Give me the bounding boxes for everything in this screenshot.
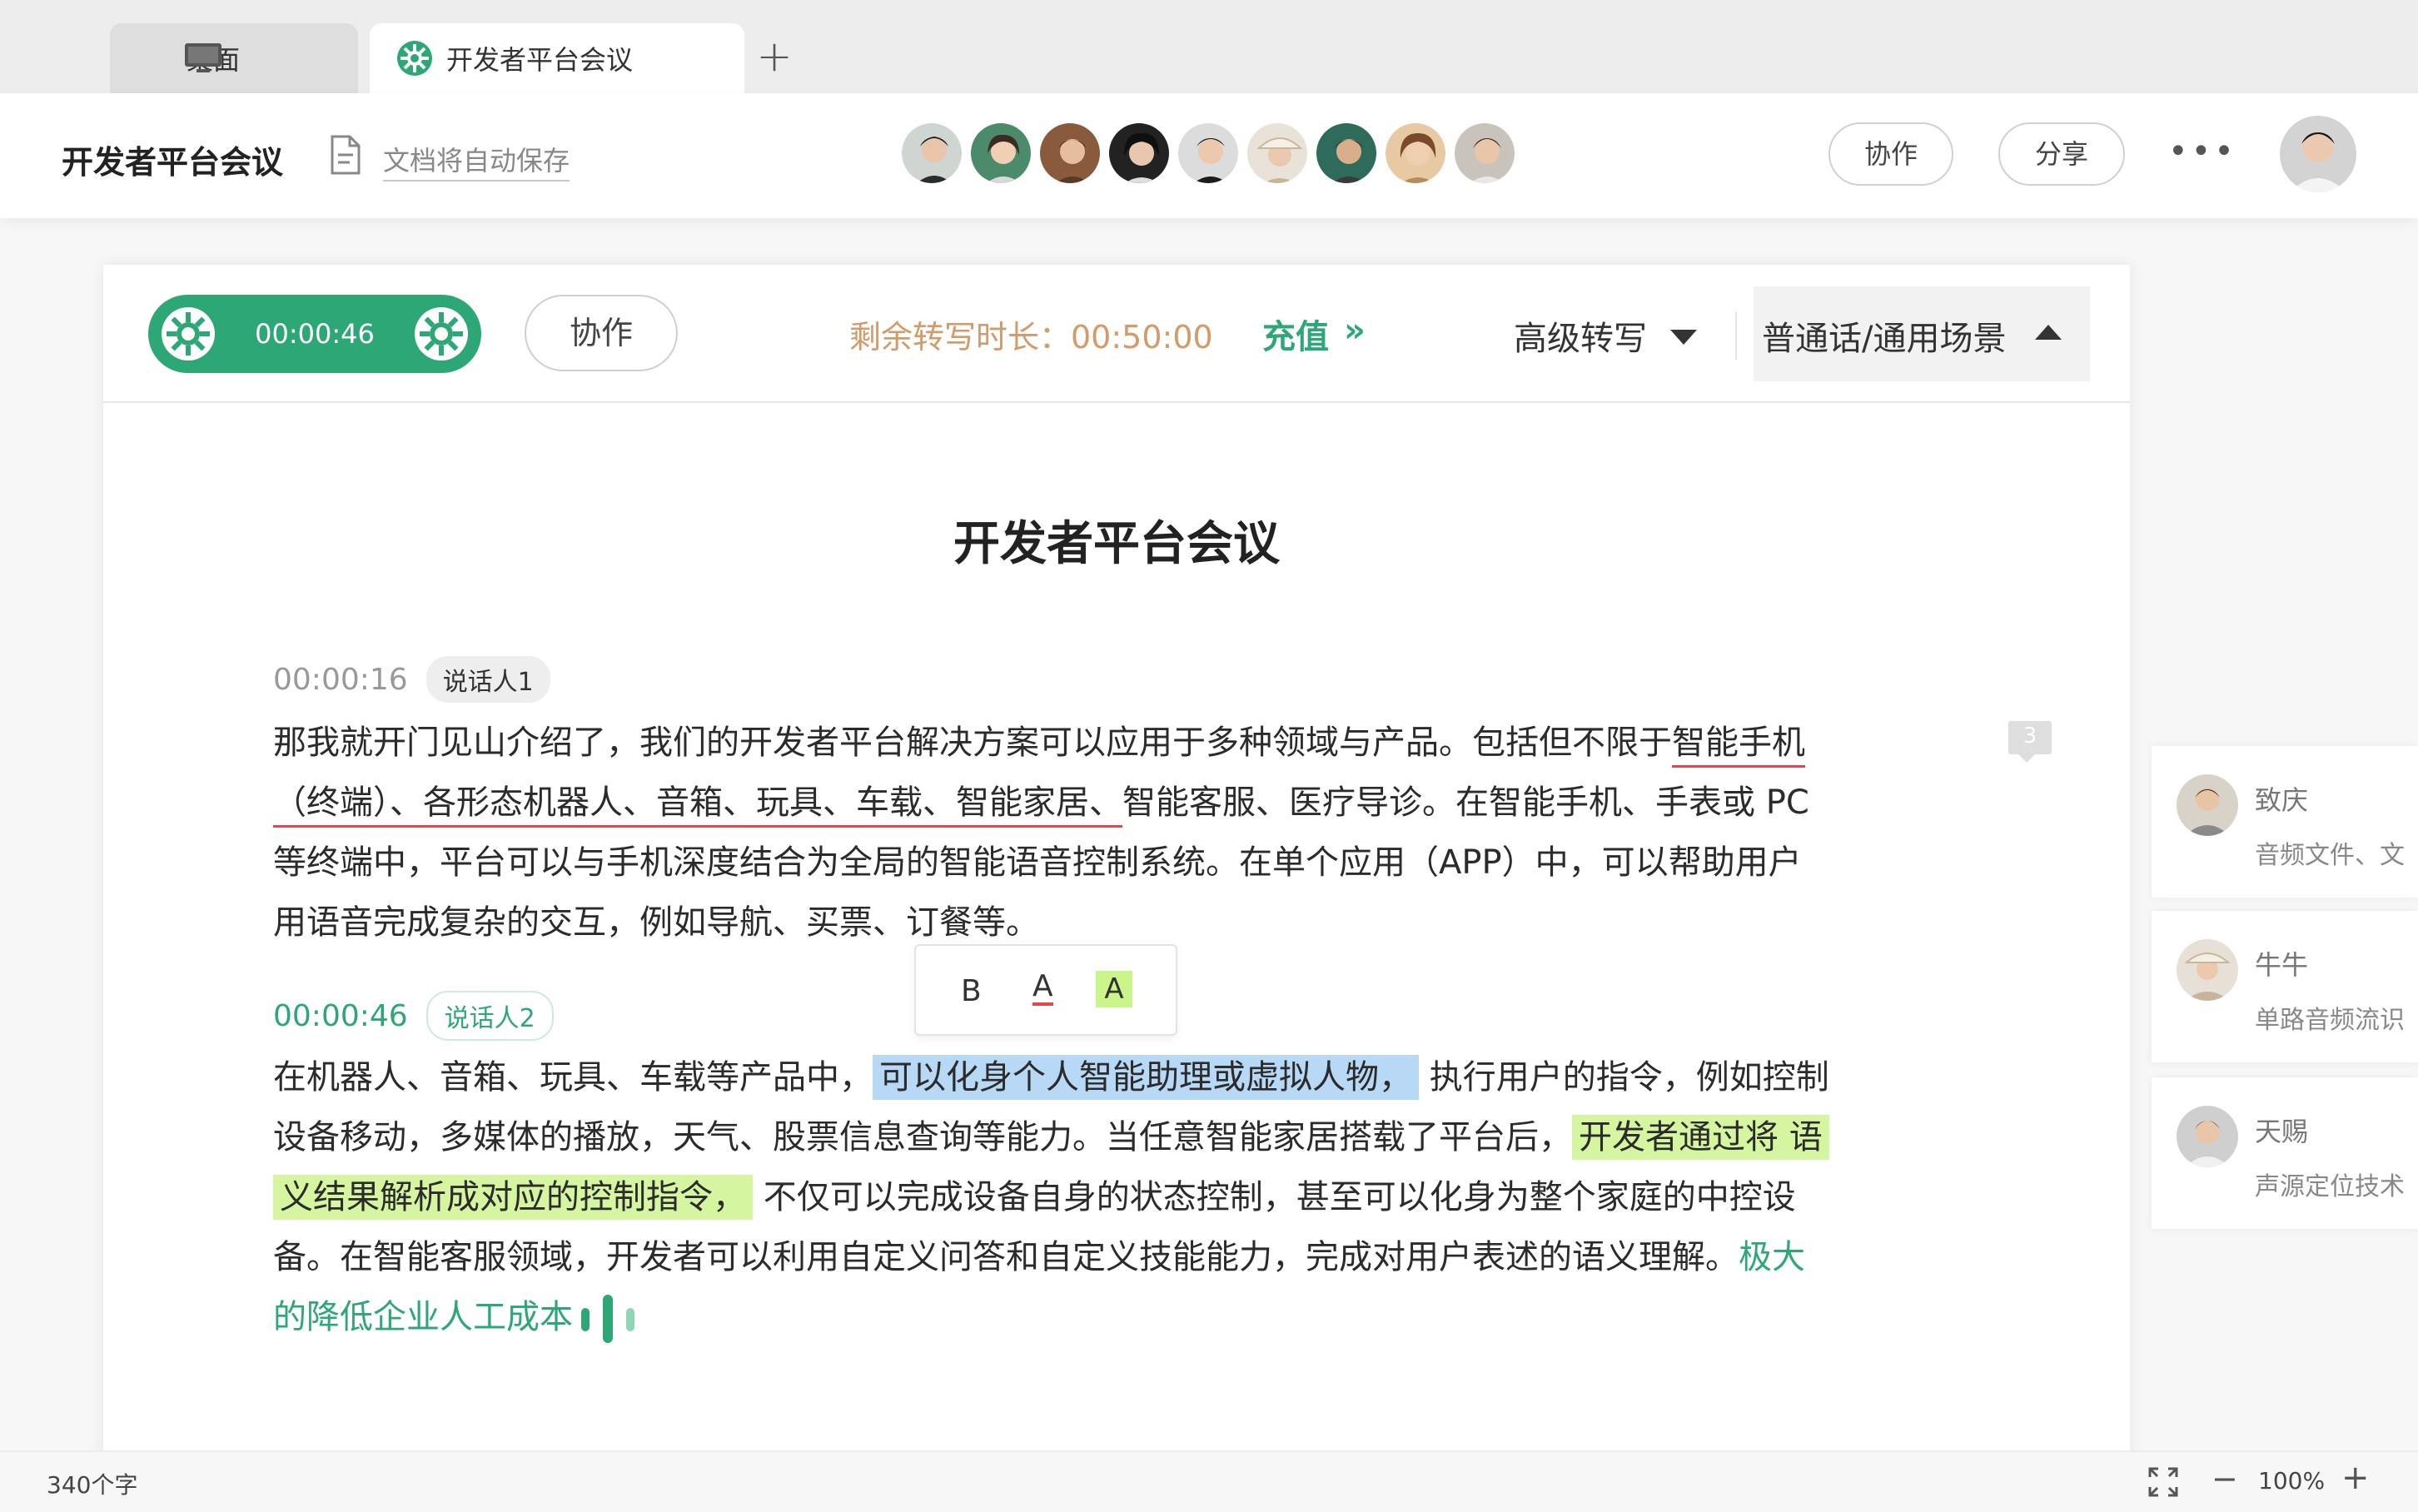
highlighted-text[interactable]: 开发者通过将 语 bbox=[1572, 1115, 1829, 1160]
document-header: 开发者平台会议 文档将自动保存 协作 分享 ••• bbox=[0, 93, 2418, 218]
caret-up-icon bbox=[2035, 325, 2062, 340]
transcript-title[interactable]: 开发者平台会议 bbox=[103, 506, 2130, 574]
recharge-link[interactable]: 充值 bbox=[1262, 310, 1329, 358]
transcript-paragraph[interactable]: 那我就开门见山介绍了，我们的开发者平台解决方案可以应用于多种领域与产品。包括但不… bbox=[273, 713, 2105, 952]
transcript-paragraph[interactable]: 在机器人、音箱、玩具、车载等产品中， 可以化身个人智能助理或虚拟人物， 执行用户的… bbox=[273, 1047, 2105, 1347]
speaker-tag[interactable]: 说话人2 bbox=[425, 991, 554, 1041]
share-button[interactable]: 分享 bbox=[1998, 122, 2125, 186]
comment-avatar bbox=[2177, 774, 2238, 836]
tab-meeting-label: 开发者平台会议 bbox=[446, 44, 634, 76]
language-scene-label: 普通话/通用场景 bbox=[1762, 320, 2007, 358]
caret-down-icon[interactable] bbox=[1670, 330, 1697, 345]
monitor-icon bbox=[185, 43, 221, 72]
collaborate-button[interactable]: 协作 bbox=[1828, 122, 1953, 186]
live-text: 极大 bbox=[1739, 1238, 1805, 1276]
comment-count-badge[interactable]: 3 bbox=[2008, 721, 2052, 763]
comment-text: 声源定位技术 bbox=[2255, 1172, 2405, 1201]
zoom-in-button[interactable]: + bbox=[2341, 1459, 2370, 1497]
collaborator-avatar[interactable] bbox=[1452, 121, 1517, 186]
toolbar-divider bbox=[1735, 311, 1737, 360]
comment-text: 单路音频流识 bbox=[2255, 1006, 2405, 1035]
tab-meeting[interactable]: 开发者平台会议 bbox=[370, 23, 744, 93]
collaborator-avatar[interactable] bbox=[968, 121, 1033, 186]
advanced-transcription-dropdown[interactable]: 高级转写 bbox=[1514, 311, 1647, 360]
text-run: 那我就开门见山介绍了，我们的开发者平台解决方案可以应用于多种领域与产品。包括但不… bbox=[273, 724, 1672, 762]
comment-avatar bbox=[2177, 939, 2238, 1001]
editor-card: 00:00:46 协作 剩余转写时长：00:50:00 充值 » 高级转写 普通… bbox=[103, 265, 2130, 1512]
comment-text: 音频文件、文 bbox=[2255, 841, 2405, 870]
comment-author: 天赐 bbox=[2255, 1116, 2309, 1147]
language-scene-dropdown[interactable]: 普通话/通用场景 bbox=[1754, 286, 2090, 381]
text-run: 设备移动，多媒体的播放，天气、股票信息查询等能力。当任意智能家居搭载了平台后， bbox=[273, 1118, 1572, 1156]
toolbar-collaborate-button[interactable]: 协作 bbox=[525, 295, 678, 371]
add-tab-button[interactable]: + bbox=[751, 33, 798, 80]
tab-desktop[interactable]: 桌面 bbox=[110, 23, 358, 93]
segment-timestamp[interactable]: 00:00:16 bbox=[273, 663, 408, 697]
collaborator-avatar[interactable] bbox=[1037, 121, 1102, 186]
highlighted-text[interactable]: 义结果解析成对应的控制指令， bbox=[273, 1175, 753, 1220]
text-run: 执行用户的指令，例如控制 bbox=[1419, 1058, 1829, 1097]
commented-text[interactable]: （终端）、各形态机器人、音箱、玩具、车载、智能家居、 bbox=[273, 783, 1122, 828]
autosave-status: 文档将自动保存 bbox=[383, 140, 570, 182]
font-color-button[interactable]: A bbox=[1032, 971, 1053, 1006]
user-avatar[interactable] bbox=[2280, 116, 2356, 192]
collaborator-avatar[interactable] bbox=[1176, 121, 1241, 186]
text-run: 等终端中，平台可以与手机深度结合为全局的智能语音控制系统。在单个应用（APP）中… bbox=[273, 843, 1802, 882]
zoom-out-button[interactable]: − bbox=[2212, 1460, 2238, 1497]
live-text: 的降低企业人工成本 bbox=[273, 1298, 573, 1336]
comment-card[interactable]: 天赐 声源定位技术 bbox=[2152, 1077, 2418, 1229]
comment-author: 牛牛 bbox=[2255, 949, 2309, 981]
more-options-button[interactable]: ••• bbox=[2168, 135, 2235, 177]
settings-gear-icon[interactable] bbox=[413, 306, 470, 362]
document-icon bbox=[331, 135, 361, 175]
collaborator-avatar[interactable] bbox=[1245, 121, 1310, 186]
double-chevron-right-icon[interactable]: » bbox=[1344, 311, 1366, 350]
comment-card[interactable]: 牛牛 单路音频流识 bbox=[2152, 911, 2418, 1062]
segment-timestamp[interactable]: 00:00:46 bbox=[273, 999, 408, 1033]
text-run: 备。在智能客服领域，开发者可以利用自定义问答和自定义技能能力，完成对用户表述的语… bbox=[273, 1238, 1739, 1276]
recording-control[interactable]: 00:00:46 bbox=[148, 295, 481, 373]
collaborator-avatar[interactable] bbox=[1107, 121, 1172, 186]
comment-card[interactable]: 致庆 音频文件、文 bbox=[2152, 746, 2418, 898]
fullscreen-icon[interactable] bbox=[2147, 1465, 2180, 1499]
segment-header: 00:00:46 说话人2 bbox=[273, 991, 554, 1041]
format-popup: B A A bbox=[914, 944, 1177, 1036]
comment-author: 致庆 bbox=[2255, 784, 2309, 816]
word-count: 340个字 bbox=[47, 1471, 138, 1499]
document-title[interactable]: 开发者平台会议 bbox=[62, 137, 283, 182]
segment-header: 00:00:16 说话人1 bbox=[273, 656, 550, 703]
app-gear-icon bbox=[397, 41, 432, 76]
transcription-toolbar: 00:00:46 协作 剩余转写时长：00:50:00 充值 » 高级转写 普通… bbox=[103, 265, 2130, 403]
collaborator-avatar[interactable] bbox=[899, 121, 964, 186]
comment-avatar bbox=[2177, 1106, 2238, 1167]
text-run: 用语音完成复杂的交互，例如导航、买票、订餐等。 bbox=[273, 903, 1039, 942]
collaborator-avatar[interactable] bbox=[1383, 121, 1448, 186]
voice-wave-icon bbox=[581, 1295, 634, 1343]
commented-text[interactable]: 智能手机 bbox=[1672, 724, 1805, 768]
tab-bar: 桌面 开发者平台会议 + bbox=[0, 0, 2418, 93]
bold-button[interactable]: B bbox=[961, 974, 982, 1008]
status-bar: 340个字 − 100% + bbox=[0, 1450, 2418, 1512]
zoom-level: 100% bbox=[2258, 1467, 2326, 1495]
text-run: 在机器人、音箱、玩具、车载等产品中， bbox=[273, 1058, 873, 1097]
remaining-time: 剩余转写时长：00:50:00 bbox=[849, 319, 1213, 356]
text-run: 智能客服、医疗导诊。在智能手机、手表或 PC bbox=[1122, 783, 1809, 822]
selected-text[interactable]: 可以化身个人智能助理或虚拟人物， bbox=[873, 1055, 1419, 1100]
speaker-tag[interactable]: 说话人1 bbox=[425, 656, 550, 703]
text-run: 不仅可以完成设备自身的状态控制，甚至可以化身为整个家庭的中控设 bbox=[753, 1178, 1796, 1216]
collaborator-avatar[interactable] bbox=[1314, 121, 1379, 186]
highlight-button[interactable]: A bbox=[1096, 971, 1132, 1007]
